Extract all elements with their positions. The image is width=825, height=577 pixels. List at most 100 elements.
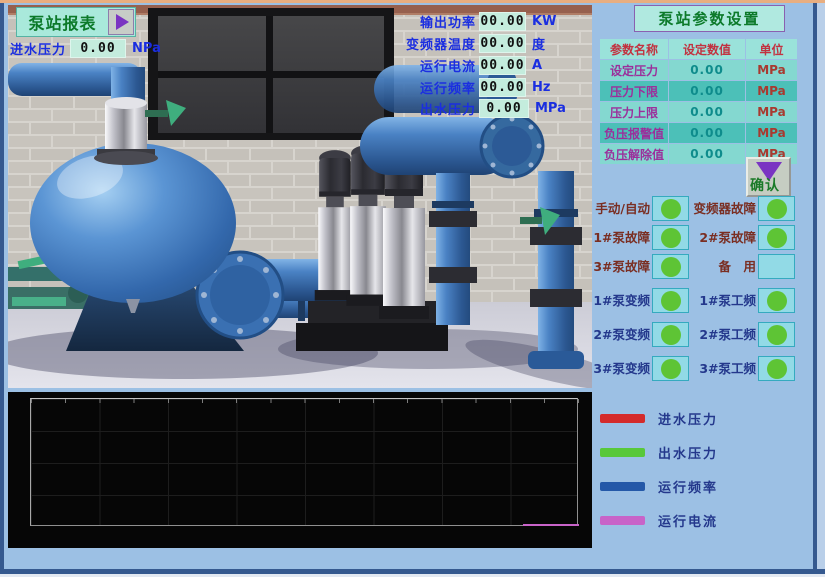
status-lamp: [758, 356, 795, 381]
metric-value: 00.00: [479, 12, 526, 31]
metric-value: 00.00: [479, 78, 526, 97]
status-lamp: [758, 225, 795, 250]
param-value-input[interactable]: 0.00: [669, 60, 745, 80]
outlet-pressure-field: 出水压力 0.00 MPa: [352, 98, 582, 118]
status-lamp: [758, 254, 795, 279]
confirm-button[interactable]: 确认: [746, 157, 791, 197]
play-icon: [116, 14, 129, 30]
param-unit: MPa: [746, 60, 797, 80]
lamp-dot: [661, 291, 681, 311]
inlet-pressure-label: 进水压力: [10, 39, 66, 58]
status-lamp: [652, 288, 689, 313]
pump-base-lower: [296, 323, 448, 351]
pump-unit-1: [315, 150, 355, 300]
status-lamp: [758, 322, 795, 347]
report-open-button[interactable]: [108, 9, 134, 35]
trend-chart: [8, 392, 592, 548]
status-lamp: [758, 288, 795, 313]
frame-left: [0, 3, 4, 574]
param-value-input[interactable]: 0.00: [669, 81, 745, 101]
status-label: 1#泵变频: [593, 288, 650, 313]
status-label: 变频器故障: [693, 196, 756, 221]
param-name: 压力上限: [600, 102, 668, 122]
metric-label: 运行频率: [352, 78, 476, 97]
outlet-pressure-label: 出水压力: [352, 99, 476, 118]
status-lamp: [652, 254, 689, 279]
status-lamp: [652, 322, 689, 347]
report-button-label: 泵站报表: [17, 10, 108, 34]
param-unit: MPa: [746, 102, 797, 122]
metric-unit: KW: [532, 14, 556, 29]
lamp-dot: [767, 325, 787, 345]
status-label: 3#泵故障: [593, 254, 650, 279]
metric-label: 输出功率: [352, 12, 476, 31]
settings-panel-title: 泵站参数设置: [634, 5, 785, 32]
inlet-pressure-value: 0.00: [70, 39, 126, 58]
frame-top: [0, 0, 825, 3]
report-button[interactable]: 泵站报表: [16, 7, 136, 37]
status-lamp: [652, 196, 689, 221]
status-label: 1#泵工频: [699, 288, 756, 313]
metric-value: 00.00: [479, 56, 526, 75]
parameter-table: 参数名称 设定数值 单位 设定压力 0.00 MPa 压力下限 0.00 MPa…: [600, 39, 797, 164]
status-row: 手动/自动 变频器故障: [598, 196, 818, 221]
legend-label: 运行电流: [658, 511, 718, 530]
param-name: 负压解除值: [600, 144, 668, 164]
metric-unit: 度: [532, 34, 545, 53]
axis-ticks: [31, 399, 579, 403]
riser-pipe-1: [429, 173, 477, 325]
metric-row: 运行电流 00.00 A: [352, 55, 582, 75]
lamp-dot: [767, 359, 787, 379]
status-label: 手动/自动: [595, 196, 650, 221]
lamp-dot: [767, 291, 787, 311]
legend-swatch: [600, 414, 645, 423]
lamp-dot: [661, 359, 681, 379]
frame-bottom: [0, 569, 825, 574]
column-header: 参数名称: [600, 39, 668, 59]
status-lamp: [652, 225, 689, 250]
param-value-input[interactable]: 0.00: [669, 123, 745, 143]
status-row: 3#泵变频 3#泵工频: [598, 356, 818, 381]
lamp-dot: [767, 228, 787, 248]
status-label: 2#泵变频: [593, 322, 650, 347]
status-label: 3#泵工频: [699, 356, 756, 381]
metric-unit: Hz: [532, 80, 550, 95]
param-value-input[interactable]: 0.00: [669, 102, 745, 122]
metric-value: 00.00: [479, 34, 526, 53]
param-name: 压力下限: [600, 81, 668, 101]
status-lamp: [758, 196, 795, 221]
status-label: 2#泵故障: [699, 225, 756, 250]
param-name: 设定压力: [600, 60, 668, 80]
param-name: 负压报警值: [600, 123, 668, 143]
frame-right-outer: [817, 3, 825, 574]
legend-item: 出水压力: [600, 444, 815, 460]
status-indicator-grid: 手动/自动 变频器故障 1#泵故障 2#泵故障 3#泵故障 备 用 1#泵变频 …: [598, 196, 818, 386]
status-lamp: [652, 356, 689, 381]
legend-swatch: [600, 448, 645, 457]
inlet-pressure-unit: NPa: [132, 41, 161, 56]
pressure-tank: [30, 143, 236, 303]
legend-item: 运行频率: [600, 478, 815, 494]
legend-label: 进水压力: [658, 409, 718, 428]
current-trace-segment: [523, 524, 579, 526]
param-unit: MPa: [746, 81, 797, 101]
trend-plot-area: [30, 398, 578, 526]
outlet-pressure-value: 0.00: [479, 99, 529, 118]
status-row: 3#泵故障 备 用: [598, 254, 818, 279]
legend-item: 进水压力: [600, 410, 815, 426]
status-row: 1#泵故障 2#泵故障: [598, 225, 818, 250]
metric-row: 输出功率 00.00 KW: [352, 11, 582, 31]
lamp-dot: [767, 199, 787, 219]
status-label: 备 用: [718, 254, 756, 279]
legend-swatch: [600, 482, 645, 491]
frame-right: [813, 3, 817, 574]
hmi-screen: 泵站报表 进水压力 0.00 NPa 输出功率 00.00 KW 变频器温度 0…: [0, 0, 825, 577]
lamp-dot: [661, 228, 681, 248]
lamp-dot: [661, 199, 681, 219]
metric-row: 变频器温度 00.00 度: [352, 33, 582, 53]
param-unit: MPa: [746, 123, 797, 143]
legend-label: 出水压力: [658, 443, 718, 462]
param-value-input[interactable]: 0.00: [669, 144, 745, 164]
outlet-pressure-unit: MPa: [535, 101, 566, 116]
inlet-pressure-field: 进水压力 0.00 NPa: [10, 39, 161, 58]
